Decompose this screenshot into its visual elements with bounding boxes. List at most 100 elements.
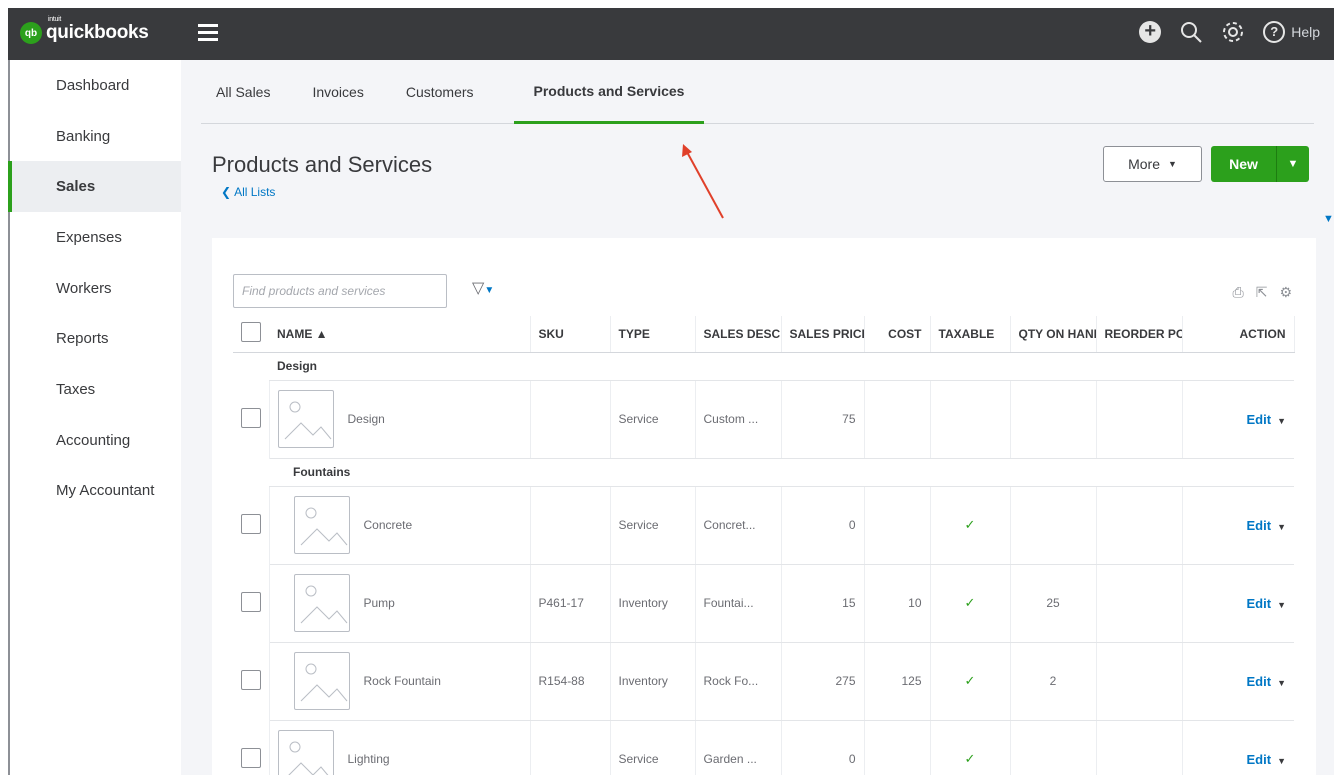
item-cost: 10 <box>864 564 931 643</box>
new-button[interactable]: New ▼ <box>1211 146 1309 182</box>
nav-accounting[interactable]: Accounting <box>8 415 181 466</box>
taxable-check-icon: ✓ <box>930 564 1011 643</box>
group-row: Fountains <box>233 458 1294 487</box>
row-checkbox[interactable] <box>241 407 261 428</box>
caret-down-icon[interactable]: ▼ <box>1277 678 1286 688</box>
col-sales-desc[interactable]: SALES DESC <box>695 316 782 353</box>
nav-sales[interactable]: Sales <box>8 161 181 213</box>
edit-link[interactable]: Edit ▼ <box>1247 518 1286 533</box>
caret-down-icon[interactable]: ▼ <box>1277 522 1286 532</box>
hamburger-menu-icon[interactable] <box>198 24 218 42</box>
item-sku <box>530 380 611 459</box>
col-cost[interactable]: COST <box>864 316 931 353</box>
edit-link[interactable]: Edit ▼ <box>1247 674 1286 689</box>
caret-down-icon: ▼ <box>1167 159 1177 169</box>
col-sku[interactable]: SKU <box>530 316 611 353</box>
new-label: New <box>1229 156 1258 172</box>
help-button[interactable]: ? Help <box>1263 21 1320 43</box>
item-qty: 25 <box>1010 564 1097 643</box>
caret-down-icon[interactable]: ▼ <box>1277 600 1286 610</box>
item-qty <box>1010 380 1097 459</box>
table-row[interactable]: Concrete Service Concret... 0 ✓ Edit ▼ <box>233 486 1294 565</box>
item-price: 75 <box>781 380 865 459</box>
item-type: Inventory <box>610 642 696 721</box>
nav-taxes[interactable]: Taxes <box>8 364 181 415</box>
item-qty: 2 <box>1010 642 1097 721</box>
item-price: 0 <box>781 486 865 565</box>
table-tools: ⎙ ⇱ ⚙ <box>1233 284 1293 301</box>
select-all-checkbox[interactable] <box>241 322 261 343</box>
col-reorder-point[interactable]: REORDER POINT <box>1096 316 1183 353</box>
item-cost <box>864 486 931 565</box>
edit-link[interactable]: Edit ▼ <box>1247 412 1286 427</box>
quickbooks-logo[interactable]: qb intuit quickbooks <box>20 16 149 44</box>
left-nav: Dashboard Banking Sales Expenses Workers… <box>8 60 181 775</box>
export-icon[interactable]: ⇱ <box>1256 284 1268 301</box>
item-desc: Rock Fo... <box>695 642 782 721</box>
item-desc: Garden ... <box>695 720 782 775</box>
item-name: Design <box>347 412 385 426</box>
search-input[interactable]: Find products and services <box>233 274 447 308</box>
group-label-fountains: Fountains <box>269 458 1294 487</box>
table-row[interactable]: Rock Fountain R154-88 Inventory Rock Fo.… <box>233 642 1294 721</box>
edit-link[interactable]: Edit ▼ <box>1247 596 1286 611</box>
item-price: 275 <box>781 642 865 721</box>
item-cost: 125 <box>864 642 931 721</box>
new-dropdown-icon[interactable]: ▼ <box>1276 146 1309 182</box>
print-icon[interactable]: ⎙ <box>1233 284 1244 301</box>
col-qty-on-hand[interactable]: QTY ON HAND <box>1010 316 1097 353</box>
settings-gear-icon[interactable]: ⚙ <box>1279 284 1292 301</box>
filter-icon[interactable]: ▽▼ <box>472 278 494 298</box>
item-desc: Concret... <box>695 486 782 565</box>
group-row: Design <box>233 352 1294 381</box>
item-reorder <box>1096 564 1183 643</box>
row-checkbox[interactable] <box>241 669 261 690</box>
table-row[interactable]: Design Service Custom ... 75 Edit ▼ <box>233 380 1294 459</box>
nav-dashboard[interactable]: Dashboard <box>8 60 181 111</box>
item-cost <box>864 380 931 459</box>
item-desc: Custom ... <box>695 380 782 459</box>
products-table: NAME ▲ SKU TYPE SALES DESC SALES PRICE C… <box>233 316 1295 775</box>
help-icon: ? <box>1263 21 1286 43</box>
image-placeholder-icon <box>293 496 350 554</box>
item-qty <box>1010 720 1097 775</box>
gear-icon[interactable] <box>1221 20 1245 44</box>
chevron-down-icon[interactable]: ▼ <box>1323 213 1334 225</box>
create-plus-icon[interactable]: + <box>1139 21 1162 43</box>
row-checkbox[interactable] <box>241 513 261 534</box>
item-sku <box>530 486 611 565</box>
nav-reports[interactable]: Reports <box>8 313 181 364</box>
item-reorder <box>1096 380 1183 459</box>
item-cost <box>864 720 931 775</box>
logo-intuit-text: intuit <box>48 16 61 23</box>
item-reorder <box>1096 642 1183 721</box>
item-price: 15 <box>781 564 865 643</box>
table-header-row: NAME ▲ SKU TYPE SALES DESC SALES PRICE C… <box>233 316 1295 353</box>
item-reorder <box>1096 486 1183 565</box>
edit-link[interactable]: Edit ▼ <box>1247 752 1286 767</box>
nav-expenses[interactable]: Expenses <box>8 212 181 263</box>
search-icon[interactable] <box>1179 20 1203 44</box>
table-row[interactable]: Pump P461-17 Inventory Fountai... 15 10 … <box>233 564 1294 643</box>
caret-down-icon[interactable]: ▼ <box>1277 416 1286 426</box>
table-row[interactable]: Lighting Service Garden ... 0 ✓ Edit ▼ <box>233 720 1294 775</box>
item-sku: R154-88 <box>530 642 611 721</box>
col-sales-price[interactable]: SALES PRICE <box>781 316 865 353</box>
col-type[interactable]: TYPE <box>610 316 696 353</box>
caret-down-icon[interactable]: ▼ <box>1277 756 1286 766</box>
nav-my-accountant[interactable]: My Accountant <box>8 466 181 517</box>
item-type: Inventory <box>610 564 696 643</box>
item-price: 0 <box>781 720 865 775</box>
more-button[interactable]: More ▼ <box>1103 146 1202 182</box>
qb-badge-icon: qb <box>20 22 42 44</box>
row-checkbox[interactable] <box>241 747 261 768</box>
taxable-check-icon: ✓ <box>930 486 1011 565</box>
help-label: Help <box>1291 24 1320 40</box>
col-taxable[interactable]: TAXABLE <box>930 316 1011 353</box>
nav-banking[interactable]: Banking <box>8 111 181 162</box>
top-icons: + ? Help <box>1139 20 1320 44</box>
row-checkbox[interactable] <box>241 591 261 612</box>
nav-workers[interactable]: Workers <box>8 263 181 314</box>
col-name[interactable]: NAME ▲ <box>269 316 531 353</box>
taxable-check-icon: ✓ <box>930 642 1011 721</box>
